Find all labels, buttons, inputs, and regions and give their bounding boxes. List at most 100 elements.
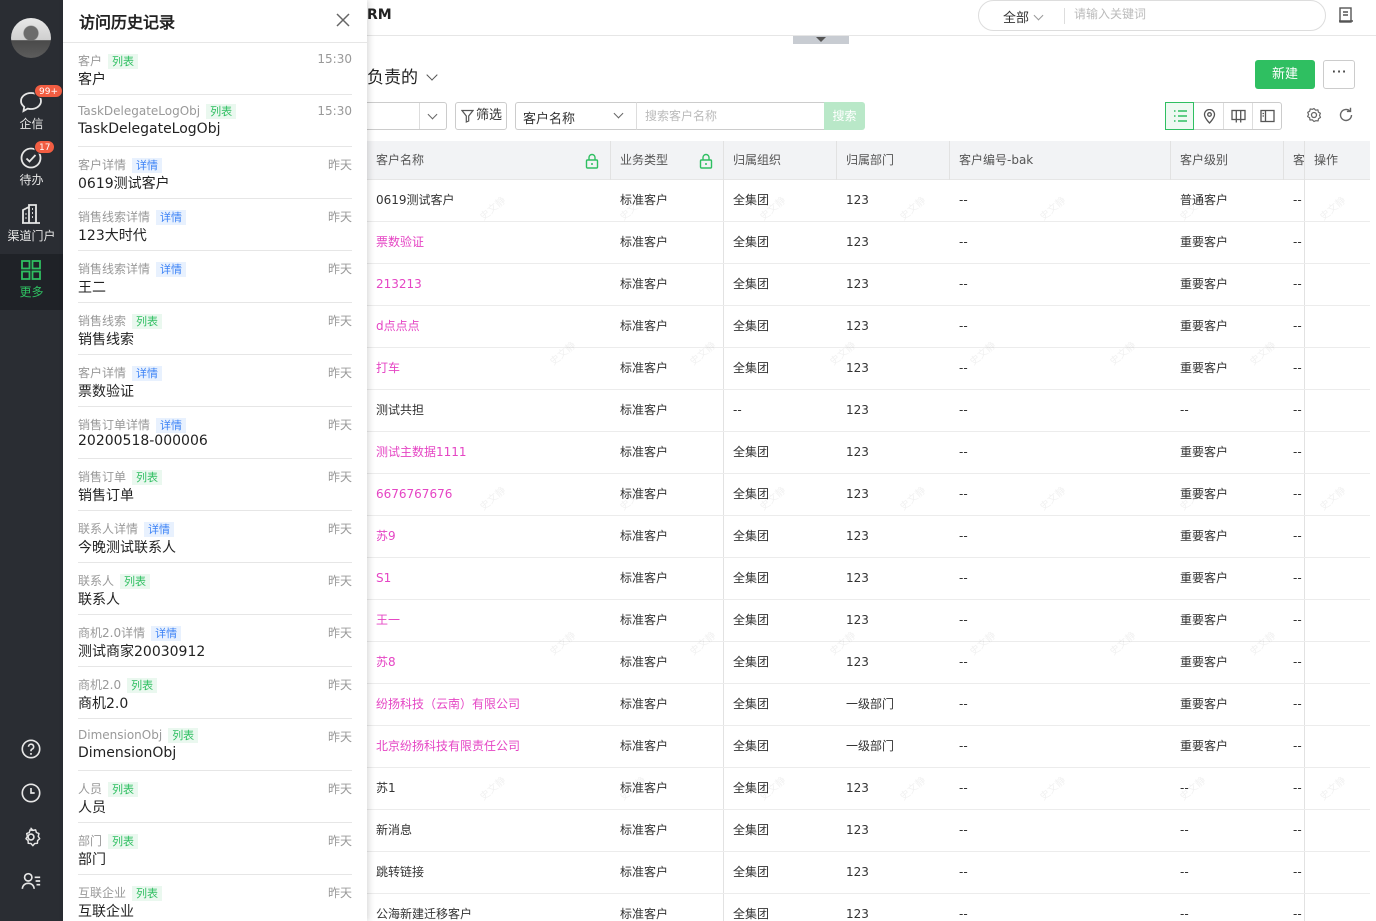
column-header-org[interactable]: 归属组织 [724, 141, 837, 180]
keyword-input[interactable] [636, 102, 825, 130]
search-field-select[interactable]: 客户名称 [515, 102, 636, 130]
table-row[interactable]: 王一 标准客户 全集团 123 -- 重要客户 -- [367, 600, 1370, 642]
close-icon[interactable] [333, 10, 353, 30]
table-row[interactable]: 213213 标准客户 全集团 123 -- 重要客户 -- [367, 264, 1370, 306]
column-header-code[interactable]: 客户编号-bak [950, 141, 1171, 180]
history-item[interactable]: 联系人详情 详情 今晚测试联系人 昨天 [78, 511, 352, 563]
column-header-name[interactable]: 客户名称 [367, 141, 611, 180]
cell-org: 全集团 [733, 655, 770, 669]
avatar[interactable] [11, 18, 51, 58]
column-header-dept[interactable]: 归属部门 [837, 141, 950, 180]
table-row[interactable]: 北京纷扬科技有限责任公司 标准客户 全集团 一级部门 -- 重要客户 -- [367, 726, 1370, 768]
table-row[interactable]: 测试共担 标准客户 -- 123 -- -- -- [367, 390, 1370, 432]
table-row[interactable]: 公海新建迁移客户 标准客户 全集团 123 -- -- -- [367, 894, 1370, 921]
history-item[interactable]: TaskDelegateLogObj 列表 TaskDelegateLogObj 15… [78, 95, 352, 147]
cell-name[interactable]: 213213 [367, 264, 611, 305]
history-item[interactable]: 销售订单详情 详情 20200518-000006 昨天 [78, 407, 352, 459]
map-view-button[interactable] [1195, 103, 1224, 129]
help-icon [21, 739, 41, 759]
scope-dropdown-toggle[interactable] [419, 103, 446, 129]
history-item-tag: 详情 [144, 522, 175, 537]
column-header-truncated[interactable]: 客 [1284, 141, 1305, 180]
cell-name[interactable]: 王一 [367, 600, 611, 641]
scope-select[interactable] [367, 102, 447, 130]
cell-name[interactable]: 纷扬科技（云南）有限公司 [367, 684, 611, 725]
cell-biz: 标准客户 [620, 529, 669, 543]
messages-badge: 99+ [34, 84, 63, 98]
history-item-tag: 列表 [132, 470, 163, 485]
history-item[interactable]: DimensionObj 列表 DimensionObj 昨天 [78, 719, 352, 771]
table-row[interactable]: 苏8 标准客户 全集团 123 -- 重要客户 -- [367, 642, 1370, 684]
new-button[interactable]: 新建 [1255, 60, 1315, 89]
history-item[interactable]: 销售订单 列表 销售订单 昨天 [78, 459, 352, 511]
contacts-button[interactable] [0, 862, 63, 902]
cell-name[interactable]: 6676767676 [367, 474, 611, 515]
search-button[interactable]: 搜索 [824, 102, 865, 130]
cell-code: -- [959, 529, 968, 543]
cell-org: 全集团 [733, 823, 770, 837]
history-item[interactable]: 商机2.0 列表 商机2.0 昨天 [78, 667, 352, 719]
table-row[interactable]: 0619测试客户 标准客户 全集团 123 -- 普通客户 -- [367, 180, 1370, 222]
history-item[interactable]: 客户 列表 客户 15:30 [78, 43, 352, 95]
history-item-time: 昨天 [327, 626, 352, 640]
column-header-biz-type[interactable]: 业务类型 [611, 141, 724, 180]
table-row[interactable]: 测试主数据1111 标准客户 全集团 123 -- 重要客户 -- [367, 432, 1370, 474]
filter-button[interactable]: 筛选 [455, 102, 507, 130]
settings-button[interactable] [0, 818, 63, 858]
history-item[interactable]: 互联企业 列表 互联企业 昨天 [78, 875, 352, 921]
rail-item-more[interactable]: 更多 [0, 254, 63, 310]
table-row[interactable]: 跳转链接 标准客户 全集团 123 -- -- -- [367, 852, 1370, 894]
column-header-level[interactable]: 客户级别 [1171, 141, 1284, 180]
history-item[interactable]: 商机2.0详情 详情 测试商家20030912 昨天 [78, 615, 352, 667]
cell-name[interactable]: 苏9 [367, 516, 611, 557]
cell-name[interactable]: 打车 [367, 348, 611, 389]
history-item-tag: 详情 [156, 418, 187, 433]
rail-item-todo[interactable]: 17 待办 [0, 140, 63, 198]
kanban-view-button[interactable] [1224, 103, 1253, 129]
split-view-button[interactable] [1253, 103, 1282, 129]
cell-name[interactable]: S1 [367, 558, 611, 599]
rail-item-messages[interactable]: 99+ 企信 [0, 84, 63, 142]
rail-item-channel-portal[interactable]: 渠道门户 [0, 198, 63, 254]
lock-icon[interactable] [585, 153, 599, 169]
table-row[interactable]: 纷扬科技（云南）有限公司 标准客户 全集团 一级部门 -- 重要客户 -- [367, 684, 1370, 726]
table-row[interactable]: 6676767676 标准客户 全集团 123 -- 重要客户 -- [367, 474, 1370, 516]
settings-icon[interactable] [1305, 106, 1323, 124]
collapse-header-toggle[interactable] [793, 36, 849, 44]
cell-org: 全集团 [733, 277, 770, 291]
history-item[interactable]: 人员 列表 人员 昨天 [78, 771, 352, 823]
search-input[interactable] [1074, 7, 1314, 21]
lock-icon[interactable] [699, 153, 713, 169]
cell-name[interactable]: 测试主数据1111 [367, 432, 611, 473]
history-item[interactable]: 销售线索详情 详情 王二 昨天 [78, 251, 352, 303]
list-view-button[interactable] [1165, 102, 1194, 130]
table-row[interactable]: 新消息 标准客户 全集团 123 -- -- -- [367, 810, 1370, 852]
cell-code: -- [959, 907, 968, 921]
cell-org: 全集团 [733, 781, 770, 795]
table-row[interactable]: 票数验证 标准客户 全集团 123 -- 重要客户 -- [367, 222, 1370, 264]
cell-name[interactable]: 票数验证 [367, 222, 611, 263]
history-button[interactable] [0, 774, 63, 814]
cell-dept: 123 [846, 487, 869, 501]
cell-name[interactable]: d点点点 [367, 306, 611, 347]
history-item[interactable]: 销售线索详情 详情 123大时代 昨天 [78, 199, 352, 251]
scene-selector[interactable]: 负责的 [367, 63, 438, 88]
history-item[interactable]: 客户详情 详情 0619测试客户 昨天 [78, 147, 352, 199]
table-row[interactable]: 苏9 标准客户 全集团 123 -- 重要客户 -- [367, 516, 1370, 558]
history-item[interactable]: 客户详情 详情 票数验证 昨天 [78, 355, 352, 407]
history-item[interactable]: 部门 列表 部门 昨天 [78, 823, 352, 875]
search-field-value: 客户名称 [523, 112, 576, 127]
search-scope-select[interactable]: 全部 [1003, 7, 1044, 26]
refresh-icon[interactable] [1337, 106, 1355, 124]
table-row[interactable]: 苏1 标准客户 全集团 123 -- -- -- [367, 768, 1370, 810]
help-button[interactable] [0, 730, 63, 770]
history-item[interactable]: 联系人 列表 联系人 昨天 [78, 563, 352, 615]
table-row[interactable]: d点点点 标准客户 全集团 123 -- 重要客户 -- [367, 306, 1370, 348]
table-row[interactable]: 打车 标准客户 全集团 123 -- 重要客户 -- [367, 348, 1370, 390]
more-button[interactable]: ··· [1323, 60, 1355, 89]
history-item[interactable]: 销售线索 列表 销售线索 昨天 [78, 303, 352, 355]
cell-name[interactable]: 苏8 [367, 642, 611, 683]
table-row[interactable]: S1 标准客户 全集团 123 -- 重要客户 -- [367, 558, 1370, 600]
notebook-icon[interactable] [1337, 6, 1355, 24]
cell-name[interactable]: 北京纷扬科技有限责任公司 [367, 726, 611, 767]
